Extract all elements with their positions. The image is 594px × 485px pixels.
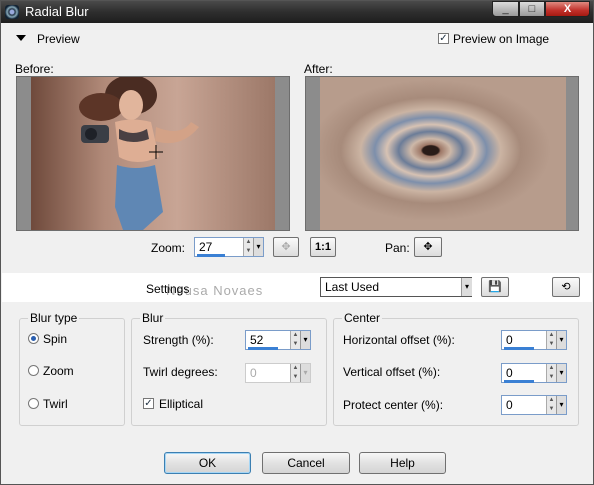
window-title: Radial Blur (25, 4, 89, 19)
elliptical-checkbox[interactable]: ✓ (143, 398, 154, 409)
zoom-dropdown-arrow[interactable]: ▾ (253, 238, 263, 256)
settings-selected-value: Last Used (325, 280, 380, 294)
strength-label: Strength (%): (143, 333, 214, 347)
horizontal-offset-dropdown-arrow[interactable]: ▾ (556, 331, 566, 349)
help-button[interactable]: Help (359, 452, 446, 474)
settings-select[interactable]: Last Used ▾ (320, 277, 472, 297)
strength-spinner[interactable]: ▲ ▼ (290, 331, 300, 349)
protect-center-spinner[interactable]: ▲ ▼ (546, 396, 556, 414)
preview-section-label: Preview (37, 32, 80, 46)
spin-radio[interactable] (28, 333, 39, 344)
pan-label: Pan: (385, 241, 410, 255)
elliptical-label: Elliptical (159, 397, 204, 411)
cancel-button[interactable]: Cancel (262, 452, 350, 474)
maximize-button[interactable]: □ (519, 1, 545, 17)
settings-dropdown-arrow[interactable]: ▾ (461, 278, 472, 296)
protect-center-label: Protect center (%): (343, 398, 444, 412)
reset-preset-icon[interactable]: ⟲ (552, 277, 580, 297)
twirl-radio-label: Twirl (43, 397, 68, 411)
after-image (320, 77, 566, 230)
zoom-radio-label: Zoom (43, 364, 74, 378)
zoom-label: Zoom: (151, 241, 186, 255)
app-icon (5, 5, 19, 19)
horizontal-offset-spinner[interactable]: ▲ ▼ (546, 331, 556, 349)
before-label: Before: (15, 62, 54, 76)
save-preset-icon[interactable]: 💾 (481, 277, 509, 297)
protect-center-value: 0 (506, 398, 513, 412)
vertical-offset-value: 0 (506, 366, 513, 380)
vertical-offset-spinner[interactable]: ▲ ▼ (546, 364, 556, 382)
protect-center-dropdown-arrow[interactable]: ▾ (556, 396, 566, 414)
vertical-offset-dropdown-arrow[interactable]: ▾ (556, 364, 566, 382)
preview-on-image-label: Preview on Image (453, 32, 550, 46)
twirl-degrees-field[interactable]: 0 ▲ ▼ ▾ (245, 363, 311, 383)
pan-button[interactable]: ✥ (414, 237, 442, 257)
after-preview (305, 76, 579, 231)
blur-title: Blur (140, 311, 166, 325)
zoom-radio[interactable] (28, 365, 39, 376)
center-title: Center (342, 311, 383, 325)
collapse-triangle-icon[interactable] (16, 35, 26, 41)
after-label: After: (304, 62, 333, 76)
twirl-degrees-value: 0 (250, 366, 257, 380)
twirl-degrees-label: Twirl degrees: (143, 365, 218, 379)
settings-label: Settings (146, 282, 190, 296)
radial-blur-dialog: Radial Blur _ □ X Preview ✓ Preview on I… (0, 0, 594, 485)
before-image (31, 77, 275, 230)
twirl-radio[interactable] (28, 398, 39, 409)
title-bar[interactable]: Radial Blur _ □ X (1, 1, 593, 23)
zoom-spinner[interactable]: ▲ ▼ (243, 238, 253, 256)
ok-button[interactable]: OK (164, 452, 251, 474)
blur-type-title: Blur type (28, 311, 80, 325)
zoom-field[interactable]: 27 ▲ ▼ ▾ (194, 237, 264, 257)
preview-header: Preview ✓ Preview on Image (2, 29, 592, 49)
twirl-degrees-spinner[interactable]: ▲ ▼ (290, 364, 300, 382)
horizontal-offset-label: Horizontal offset (%): (343, 333, 455, 347)
spin-label: Spin (43, 332, 68, 346)
minimize-button[interactable]: _ (492, 1, 519, 17)
horizontal-offset-field[interactable]: 0 ▲ ▼ ▾ (501, 330, 567, 350)
protect-center-field[interactable]: 0 ▲ ▼ ▾ (501, 395, 567, 415)
horizontal-offset-value: 0 (506, 333, 513, 347)
vertical-offset-slider-bar[interactable] (504, 380, 534, 383)
strength-slider-bar[interactable] (248, 347, 278, 350)
zoom-1-1-button[interactable]: 1:1 (310, 237, 336, 257)
strength-field[interactable]: 52 ▲ ▼ ▾ (245, 330, 311, 350)
center-view-button[interactable]: ✥ (273, 237, 299, 257)
horizontal-offset-slider-bar[interactable] (504, 347, 534, 350)
zoom-value: 27 (199, 240, 213, 254)
preview-on-image-checkbox[interactable]: ✓ (438, 33, 449, 44)
strength-dropdown-arrow[interactable]: ▾ (300, 331, 310, 349)
close-button[interactable]: X (545, 1, 590, 17)
strength-value: 52 (250, 333, 264, 347)
twirl-degrees-dropdown-arrow[interactable]: ▾ (300, 364, 310, 382)
before-preview[interactable] (16, 76, 290, 231)
vertical-offset-label: Vertical offset (%): (343, 365, 441, 379)
vertical-offset-field[interactable]: 0 ▲ ▼ ▾ (501, 363, 567, 383)
zoom-slider-bar[interactable] (197, 254, 225, 257)
